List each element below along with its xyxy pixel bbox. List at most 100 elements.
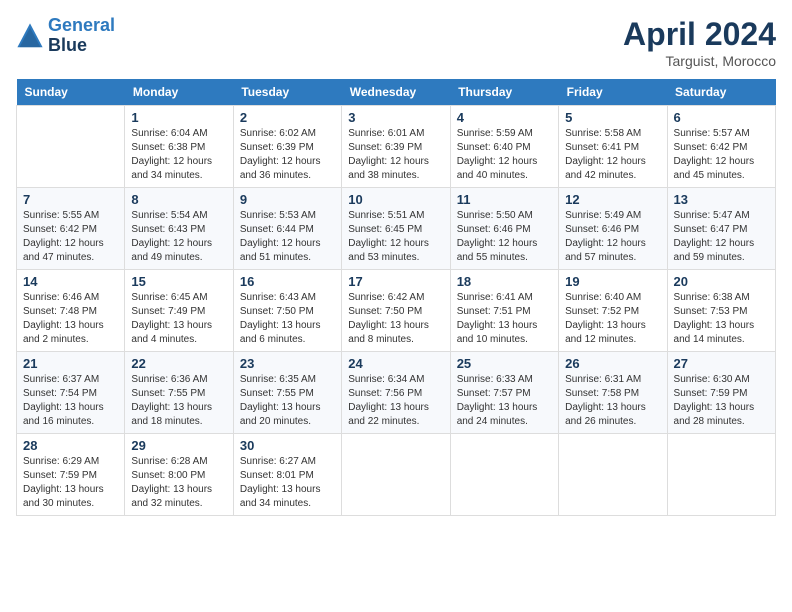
logo-icon <box>16 22 44 50</box>
location: Targuist, Morocco <box>623 53 776 69</box>
calendar-cell <box>667 434 775 516</box>
day-number: 7 <box>23 192 118 207</box>
calendar-cell <box>559 434 667 516</box>
calendar-table: SundayMondayTuesdayWednesdayThursdayFrid… <box>16 79 776 516</box>
day-number: 6 <box>674 110 769 125</box>
calendar-cell: 16 Sunrise: 6:43 AM Sunset: 7:50 PM Dayli… <box>233 270 341 352</box>
calendar-cell: 27Sunrise: 6:30 AM Sunset: 7:59 PM Dayli… <box>667 352 775 434</box>
calendar-cell: 24 Sunrise: 6:34 AM Sunset: 7:56 PM Dayli… <box>342 352 450 434</box>
calendar-cell: 25 Sunrise: 6:33 AM Sunset: 7:57 PM Dayli… <box>450 352 558 434</box>
day-header-friday: Friday <box>559 79 667 106</box>
day-number: 4 <box>457 110 552 125</box>
day-info: Sunrise: 6:01 AM Sunset: 6:39 PM Dayligh… <box>348 127 443 183</box>
day-info: Sunrise: 6:31 AM Sunset: 7:58 PM Dayligh… <box>565 373 660 429</box>
day-number: 25 <box>457 356 552 371</box>
calendar-cell: 8 Sunrise: 5:54 AM Sunset: 6:43 PM Daylig… <box>125 188 233 270</box>
calendar-cell: 13 Sunrise: 5:47 AM Sunset: 6:47 PM Dayli… <box>667 188 775 270</box>
title-block: April 2024 Targuist, Morocco <box>623 16 776 69</box>
calendar-cell: 17 Sunrise: 6:42 AM Sunset: 7:50 PM Dayli… <box>342 270 450 352</box>
calendar-cell: 19 Sunrise: 6:40 AM Sunset: 7:52 PM Dayli… <box>559 270 667 352</box>
day-number: 17 <box>348 274 443 289</box>
day-number: 5 <box>565 110 660 125</box>
calendar-week-row: 14Sunrise: 6:46 AM Sunset: 7:48 PM Dayli… <box>17 270 776 352</box>
day-info: Sunrise: 5:59 AM Sunset: 6:40 PM Dayligh… <box>457 127 552 183</box>
calendar-cell: 15 Sunrise: 6:45 AM Sunset: 7:49 PM Dayli… <box>125 270 233 352</box>
day-header-monday: Monday <box>125 79 233 106</box>
calendar-cell: 4 Sunrise: 5:59 AM Sunset: 6:40 PM Daylig… <box>450 106 558 188</box>
day-info: Sunrise: 5:49 AM Sunset: 6:46 PM Dayligh… <box>565 209 660 265</box>
day-info: Sunrise: 6:43 AM Sunset: 7:50 PM Dayligh… <box>240 291 335 347</box>
day-number: 27 <box>674 356 769 371</box>
calendar-week-row: 28 Sunrise: 6:29 AM Sunset: 7:59 PM Dayli… <box>17 434 776 516</box>
day-info: Sunrise: 5:57 AM Sunset: 6:42 PM Dayligh… <box>674 127 769 183</box>
day-info: Sunrise: 6:42 AM Sunset: 7:50 PM Dayligh… <box>348 291 443 347</box>
day-info: Sunrise: 6:33 AM Sunset: 7:57 PM Dayligh… <box>457 373 552 429</box>
day-number: 15 <box>131 274 226 289</box>
day-number: 10 <box>348 192 443 207</box>
calendar-cell: 28 Sunrise: 6:29 AM Sunset: 7:59 PM Dayli… <box>17 434 125 516</box>
day-info: Sunrise: 5:58 AM Sunset: 6:41 PM Dayligh… <box>565 127 660 183</box>
day-number: 20 <box>674 274 769 289</box>
day-info: Sunrise: 6:29 AM Sunset: 7:59 PM Dayligh… <box>23 455 118 511</box>
day-number: 12 <box>565 192 660 207</box>
calendar-cell: 7 Sunrise: 5:55 AM Sunset: 6:42 PM Daylig… <box>17 188 125 270</box>
day-number: 24 <box>348 356 443 371</box>
day-number: 26 <box>565 356 660 371</box>
day-number: 14 <box>23 274 118 289</box>
calendar-cell <box>450 434 558 516</box>
day-number: 1 <box>131 110 226 125</box>
day-info: Sunrise: 6:27 AM Sunset: 8:01 PM Dayligh… <box>240 455 335 511</box>
calendar-cell: 29Sunrise: 6:28 AM Sunset: 8:00 PM Dayli… <box>125 434 233 516</box>
calendar-cell: 18 Sunrise: 6:41 AM Sunset: 7:51 PM Dayli… <box>450 270 558 352</box>
day-number: 11 <box>457 192 552 207</box>
day-info: Sunrise: 5:54 AM Sunset: 6:43 PM Dayligh… <box>131 209 226 265</box>
calendar-cell: 9Sunrise: 5:53 AM Sunset: 6:44 PM Daylig… <box>233 188 341 270</box>
calendar-week-row: 21Sunrise: 6:37 AM Sunset: 7:54 PM Dayli… <box>17 352 776 434</box>
calendar-cell: 12 Sunrise: 5:49 AM Sunset: 6:46 PM Dayli… <box>559 188 667 270</box>
day-number: 8 <box>131 192 226 207</box>
day-number: 19 <box>565 274 660 289</box>
day-info: Sunrise: 5:55 AM Sunset: 6:42 PM Dayligh… <box>23 209 118 265</box>
day-info: Sunrise: 5:47 AM Sunset: 6:47 PM Dayligh… <box>674 209 769 265</box>
day-info: Sunrise: 6:36 AM Sunset: 7:55 PM Dayligh… <box>131 373 226 429</box>
month-title: April 2024 <box>623 16 776 53</box>
day-info: Sunrise: 6:40 AM Sunset: 7:52 PM Dayligh… <box>565 291 660 347</box>
day-info: Sunrise: 6:35 AM Sunset: 7:55 PM Dayligh… <box>240 373 335 429</box>
day-header-tuesday: Tuesday <box>233 79 341 106</box>
calendar-week-row: 7 Sunrise: 5:55 AM Sunset: 6:42 PM Daylig… <box>17 188 776 270</box>
calendar-cell <box>17 106 125 188</box>
calendar-cell: 23 Sunrise: 6:35 AM Sunset: 7:55 PM Dayli… <box>233 352 341 434</box>
calendar-cell: 30 Sunrise: 6:27 AM Sunset: 8:01 PM Dayli… <box>233 434 341 516</box>
calendar-cell: 6 Sunrise: 5:57 AM Sunset: 6:42 PM Daylig… <box>667 106 775 188</box>
calendar-header-row: SundayMondayTuesdayWednesdayThursdayFrid… <box>17 79 776 106</box>
calendar-cell: 10Sunrise: 5:51 AM Sunset: 6:45 PM Dayli… <box>342 188 450 270</box>
day-number: 23 <box>240 356 335 371</box>
day-number: 22 <box>131 356 226 371</box>
day-info: Sunrise: 6:38 AM Sunset: 7:53 PM Dayligh… <box>674 291 769 347</box>
calendar-week-row: 1 Sunrise: 6:04 AM Sunset: 6:38 PM Daylig… <box>17 106 776 188</box>
day-number: 18 <box>457 274 552 289</box>
day-info: Sunrise: 6:37 AM Sunset: 7:54 PM Dayligh… <box>23 373 118 429</box>
calendar-cell <box>342 434 450 516</box>
day-number: 28 <box>23 438 118 453</box>
day-number: 16 <box>240 274 335 289</box>
day-info: Sunrise: 6:34 AM Sunset: 7:56 PM Dayligh… <box>348 373 443 429</box>
day-info: Sunrise: 6:45 AM Sunset: 7:49 PM Dayligh… <box>131 291 226 347</box>
day-info: Sunrise: 5:50 AM Sunset: 6:46 PM Dayligh… <box>457 209 552 265</box>
day-info: Sunrise: 6:02 AM Sunset: 6:39 PM Dayligh… <box>240 127 335 183</box>
logo: GeneralBlue <box>16 16 115 56</box>
day-header-wednesday: Wednesday <box>342 79 450 106</box>
calendar-cell: 1 Sunrise: 6:04 AM Sunset: 6:38 PM Daylig… <box>125 106 233 188</box>
day-info: Sunrise: 6:04 AM Sunset: 6:38 PM Dayligh… <box>131 127 226 183</box>
calendar-cell: 11 Sunrise: 5:50 AM Sunset: 6:46 PM Dayli… <box>450 188 558 270</box>
day-info: Sunrise: 6:41 AM Sunset: 7:51 PM Dayligh… <box>457 291 552 347</box>
logo-text: GeneralBlue <box>48 16 115 56</box>
calendar-cell: 26 Sunrise: 6:31 AM Sunset: 7:58 PM Dayli… <box>559 352 667 434</box>
day-number: 3 <box>348 110 443 125</box>
day-header-saturday: Saturday <box>667 79 775 106</box>
calendar-cell: 14Sunrise: 6:46 AM Sunset: 7:48 PM Dayli… <box>17 270 125 352</box>
day-number: 13 <box>674 192 769 207</box>
day-number: 30 <box>240 438 335 453</box>
day-info: Sunrise: 6:28 AM Sunset: 8:00 PM Dayligh… <box>131 455 226 511</box>
day-number: 2 <box>240 110 335 125</box>
